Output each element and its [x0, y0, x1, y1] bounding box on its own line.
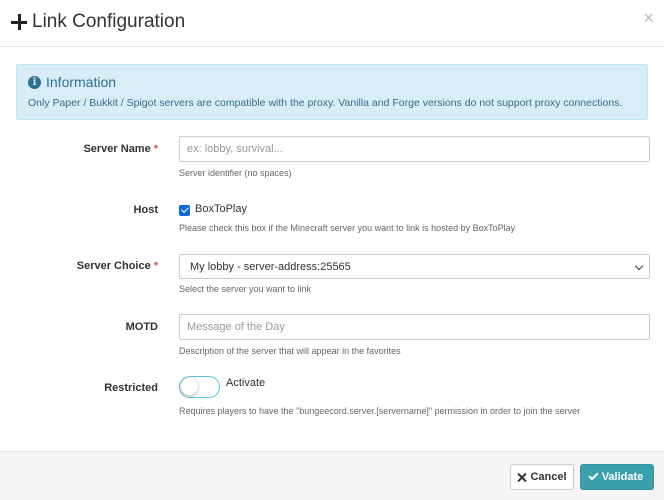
modal-header: Link Configuration ×: [0, 0, 664, 47]
required-mark: *: [153, 260, 158, 272]
cancel-button-label: Cancel: [530, 471, 567, 483]
required-mark: *: [153, 143, 158, 155]
server-choice-select[interactable]: My lobby - server-address:25565: [179, 254, 650, 279]
host-checkbox[interactable]: [179, 205, 190, 216]
host-label: Host: [133, 204, 158, 216]
modal-title: Link Configuration: [11, 11, 185, 33]
restricted-toggle[interactable]: [179, 376, 220, 398]
server-choice-label: Server Choice *: [77, 260, 158, 272]
server-choice-value: My lobby - server-address:25565: [190, 260, 351, 273]
alert-heading: i Information: [28, 74, 116, 90]
close-icon[interactable]: ×: [643, 9, 654, 27]
restricted-toggle-label[interactable]: Activate: [226, 377, 265, 389]
motd-label: MOTD: [125, 321, 158, 333]
info-icon: i: [28, 75, 41, 89]
checkbox-check-icon: [180, 205, 189, 213]
alert-heading-text: Information: [46, 74, 117, 90]
toggle-knob: [181, 378, 198, 395]
restricted-help: Requires players to have the "bungeecord…: [179, 406, 581, 416]
validate-button-label: Validate: [601, 471, 644, 483]
plus-icon: [11, 14, 27, 30]
motd-input[interactable]: [179, 314, 650, 340]
host-checkbox-label[interactable]: BoxToPlay: [195, 203, 247, 215]
server-choice-help: Select the server you want to link: [179, 284, 312, 294]
modal-footer: Cancel Validate: [0, 451, 664, 500]
server-name-input[interactable]: [179, 136, 650, 162]
server-choice-label-text: Server Choice: [76, 260, 151, 272]
validate-button[interactable]: Validate: [580, 464, 654, 490]
server-name-label: Server Name *: [83, 143, 158, 155]
check-icon: [588, 470, 599, 481]
server-name-label-text: Server Name: [83, 143, 151, 155]
server-name-help: Server identifier (no spaces): [179, 168, 292, 178]
info-alert: i Information Only Paper / Bukkit / Spig…: [16, 64, 648, 120]
close-icon: [517, 473, 526, 482]
modal-title-text: Link Configuration: [32, 11, 186, 32]
alert-text: Only Paper / Bukkit / Spigot servers are…: [28, 97, 623, 109]
chevron-down-icon: [634, 261, 644, 271]
motd-help: Description of the server that will appe…: [179, 346, 401, 356]
restricted-label: Restricted: [104, 382, 158, 394]
cancel-button[interactable]: Cancel: [510, 464, 574, 490]
host-help: Please check this box if the Minecraft s…: [179, 223, 516, 233]
